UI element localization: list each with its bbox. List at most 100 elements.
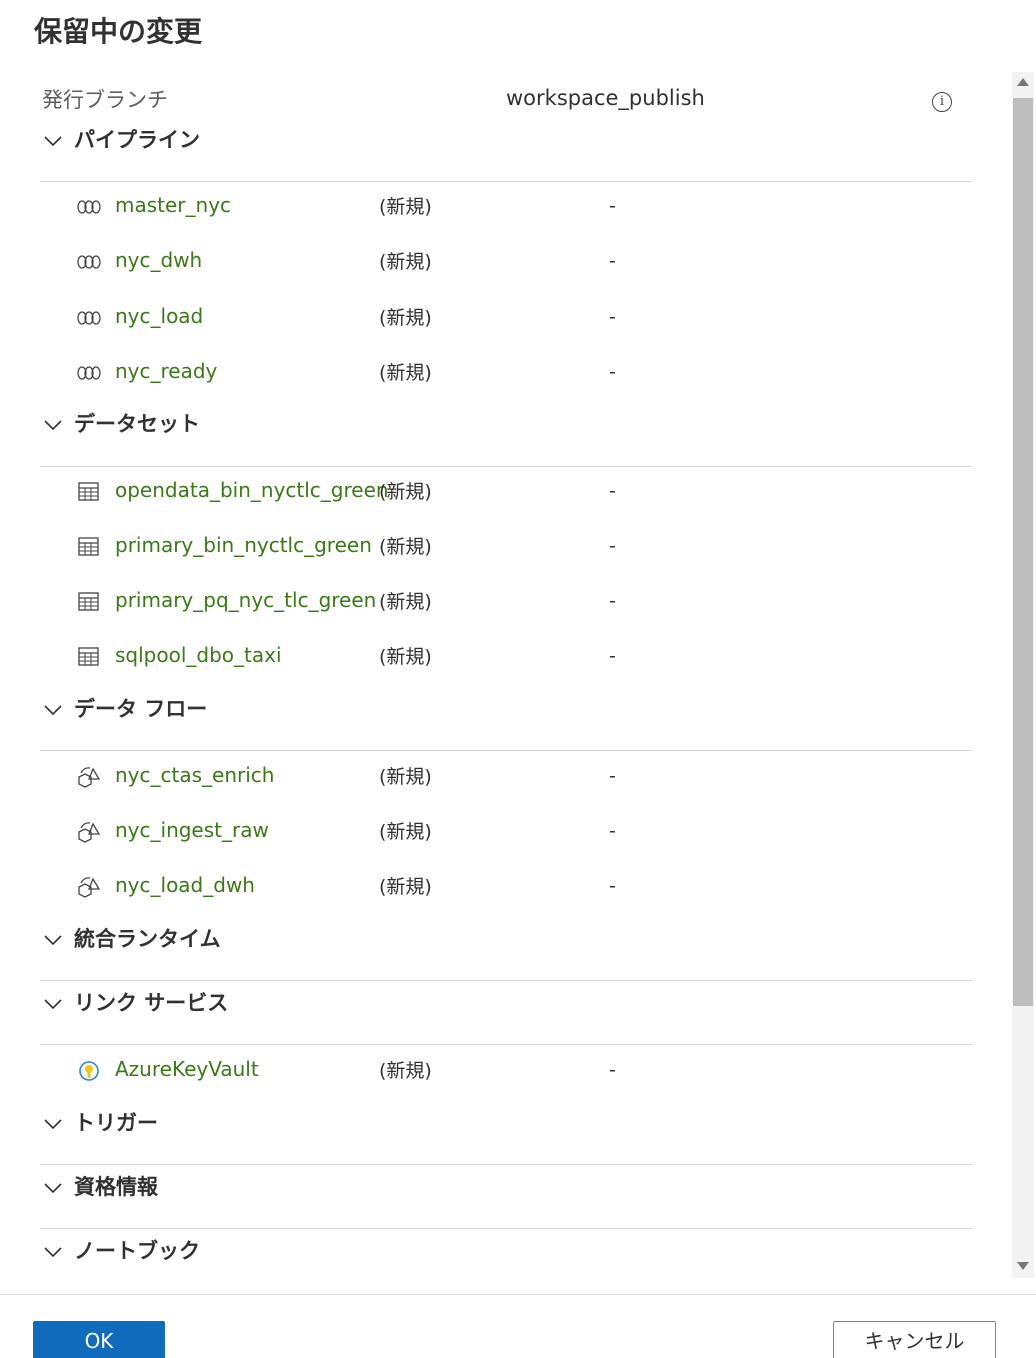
- section-title: リンク サービス: [74, 991, 229, 1015]
- table-icon: [78, 482, 99, 501]
- chevron-down-icon: [44, 136, 62, 147]
- section-header-notebooks[interactable]: ノートブック: [42, 1233, 972, 1273]
- list-item: opendata_bin_nyctlc_green (新規) -: [76, 474, 956, 514]
- list-item: nyc_load (新規) -: [76, 300, 956, 340]
- item-link[interactable]: AzureKeyVault: [115, 1057, 259, 1081]
- pipeline-icon: [77, 200, 101, 214]
- item-link[interactable]: nyc_ctas_enrich: [115, 763, 274, 787]
- footer-divider: [0, 1294, 1036, 1295]
- changes-list: 発行ブランチ workspace_publish i パイプライン master…: [0, 72, 1036, 1278]
- item-status: (新規): [379, 821, 432, 843]
- scroll-down-arrow-icon[interactable]: [1017, 1262, 1029, 1270]
- list-item: nyc_ctas_enrich (新規) -: [76, 759, 956, 799]
- dataflow-icon: [78, 822, 101, 843]
- table-icon: [78, 537, 99, 556]
- section-title: 資格情報: [74, 1175, 158, 1199]
- section-title: データセット: [74, 412, 200, 436]
- list-item: sqlpool_dbo_taxi (新規) -: [76, 639, 956, 679]
- section-title: ノートブック: [74, 1239, 200, 1263]
- item-status: (新規): [379, 536, 432, 558]
- item-link[interactable]: nyc_load_dwh: [115, 873, 255, 897]
- section-header-integration-runtimes[interactable]: 統合ランタイム: [42, 921, 972, 961]
- dialog-title: 保留中の変更: [34, 15, 203, 48]
- item-detail: -: [609, 306, 616, 328]
- section-title: データ フロー: [74, 697, 208, 721]
- chevron-down-icon: [44, 1119, 62, 1130]
- cancel-button[interactable]: キャンセル: [833, 1321, 996, 1358]
- item-link[interactable]: master_nyc: [115, 193, 231, 217]
- section-divider: [40, 181, 972, 182]
- item-detail: -: [609, 1059, 616, 1081]
- item-status: (新規): [379, 362, 432, 384]
- item-detail: -: [609, 875, 616, 897]
- chevron-down-icon: [44, 705, 62, 716]
- item-status: (新規): [379, 196, 432, 218]
- section-divider: [40, 1044, 972, 1045]
- section-header-dataflows[interactable]: データ フロー: [42, 691, 972, 731]
- item-link[interactable]: nyc_ready: [115, 359, 217, 383]
- chevron-down-icon: [44, 1247, 62, 1258]
- section-title: 統合ランタイム: [74, 927, 221, 951]
- item-link[interactable]: primary_bin_nyctlc_green: [115, 533, 372, 557]
- dataflow-icon: [78, 877, 101, 898]
- table-icon: [78, 592, 99, 611]
- item-status: (新規): [379, 766, 432, 788]
- vertical-scrollbar[interactable]: [1012, 72, 1034, 1278]
- scroll-up-arrow-icon[interactable]: [1017, 78, 1029, 86]
- list-item: nyc_ingest_raw (新規) -: [76, 814, 956, 854]
- list-item: nyc_dwh (新規) -: [76, 244, 956, 284]
- section-title: トリガー: [74, 1111, 158, 1135]
- dataflow-icon: [78, 767, 101, 788]
- key-vault-icon: [79, 1061, 99, 1081]
- item-link[interactable]: nyc_dwh: [115, 248, 202, 272]
- section-header-linked-services[interactable]: リンク サービス: [42, 985, 972, 1025]
- list-item: AzureKeyVault (新規) -: [76, 1053, 956, 1093]
- info-icon[interactable]: i: [932, 92, 952, 112]
- item-detail: -: [609, 590, 616, 612]
- item-detail: -: [609, 535, 616, 557]
- section-title: パイプライン: [74, 128, 200, 152]
- list-item: nyc_load_dwh (新規) -: [76, 869, 956, 909]
- section-header-triggers[interactable]: トリガー: [42, 1105, 972, 1145]
- chevron-down-icon: [44, 999, 62, 1010]
- section-divider: [40, 1164, 972, 1165]
- item-detail: -: [609, 820, 616, 842]
- section-header-credentials[interactable]: 資格情報: [42, 1169, 972, 1209]
- item-status: (新規): [379, 876, 432, 898]
- section-divider: [40, 980, 972, 981]
- chevron-down-icon: [44, 420, 62, 431]
- section-header-pipelines[interactable]: パイプライン: [42, 122, 972, 162]
- item-status: (新規): [379, 591, 432, 613]
- item-detail: -: [609, 765, 616, 787]
- section-divider: [40, 750, 972, 751]
- item-link[interactable]: opendata_bin_nyctlc_green: [115, 478, 389, 502]
- item-detail: -: [609, 645, 616, 667]
- item-link[interactable]: nyc_ingest_raw: [115, 818, 269, 842]
- section-divider: [40, 466, 972, 467]
- list-item: master_nyc (新規) -: [76, 189, 956, 229]
- table-icon: [78, 647, 99, 666]
- section-header-datasets[interactable]: データセット: [42, 406, 972, 446]
- chevron-down-icon: [44, 1183, 62, 1194]
- ok-button[interactable]: OK: [33, 1321, 165, 1358]
- item-detail: -: [609, 195, 616, 217]
- item-status: (新規): [379, 1060, 432, 1082]
- item-link[interactable]: primary_pq_nyc_tlc_green: [115, 588, 376, 612]
- item-status: (新規): [379, 251, 432, 273]
- item-status: (新規): [379, 646, 432, 668]
- list-item: primary_pq_nyc_tlc_green (新規) -: [76, 584, 956, 624]
- item-link[interactable]: sqlpool_dbo_taxi: [115, 643, 282, 667]
- scroll-thumb[interactable]: [1013, 98, 1033, 1006]
- item-link[interactable]: nyc_load: [115, 304, 203, 328]
- publish-branch-label: 発行ブランチ: [42, 88, 168, 112]
- chevron-down-icon: [44, 935, 62, 946]
- pipeline-icon: [77, 255, 101, 269]
- list-item: primary_bin_nyctlc_green (新規) -: [76, 529, 956, 569]
- item-status: (新規): [379, 307, 432, 329]
- list-item: nyc_ready (新規) -: [76, 355, 956, 395]
- item-status: (新規): [379, 481, 432, 503]
- item-detail: -: [609, 250, 616, 272]
- section-divider: [40, 1228, 972, 1229]
- pipeline-icon: [77, 311, 101, 325]
- pipeline-icon: [77, 366, 101, 380]
